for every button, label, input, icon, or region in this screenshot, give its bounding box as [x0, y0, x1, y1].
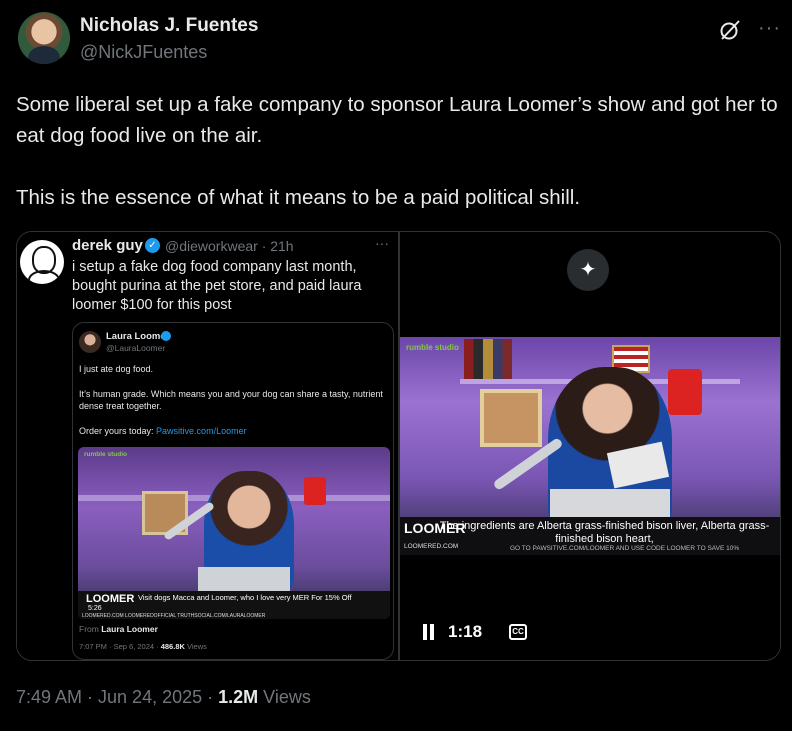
video-url: LOOMERED.COM: [404, 543, 459, 550]
picture-frame: [480, 389, 542, 447]
inner-footer: 7:07 PM · Sep 6, 2024 · 486.8K Views: [79, 642, 207, 651]
inner-paragraph: I just ate dog food.: [79, 364, 154, 374]
quoted-more-icon: ···: [375, 235, 389, 251]
megaphone: [668, 369, 702, 415]
inner-author-name: Laura Loomer: [106, 331, 170, 342]
inner-views-count: 486.8K: [160, 642, 185, 651]
quoted-screenshot-image[interactable]: derek guy ✓ @dieworkwear · 21h ··· i set…: [17, 232, 398, 660]
tweet-paragraph: This is the essence of what it means to …: [16, 186, 581, 209]
from-name: Laura Loomer: [101, 624, 158, 634]
inner-text: I just ate dog food. It’s human grade. W…: [79, 363, 387, 437]
verified-badge-icon: ✓: [145, 238, 160, 253]
inner-video-thumbnail: rumble studio LOOMER 5:26 Visit dogs Mac…: [78, 447, 390, 619]
video-ticker: GO TO PAWSITIVE.COM/LOOMER AND USE CODE …: [510, 545, 740, 552]
from-attribution: From Laura Loomer: [79, 624, 158, 634]
grok-icon[interactable]: [718, 18, 742, 42]
video-frame[interactable]: rumble studio LOOMER The ingredients are…: [400, 337, 780, 555]
quoted-author-name: derek guy: [72, 237, 143, 254]
closed-captions-icon[interactable]: CC: [509, 624, 527, 640]
tweet-text: Some liberal set up a fake company to sp…: [16, 89, 786, 213]
show-logo: LOOMER: [86, 593, 135, 605]
quoted-avatar: [20, 240, 64, 284]
inner-quoted-card: Laura Loomer @LauraLoomer I just ate dog…: [72, 322, 394, 660]
from-label: From: [79, 624, 102, 634]
quoted-text: i setup a fake dog food company last mon…: [72, 259, 362, 313]
tweet-paragraph: Some liberal set up a fake company to sp…: [16, 93, 778, 147]
more-options-icon[interactable]: ···: [758, 18, 781, 38]
inner-timestamp: 7:07 PM · Sep 6, 2024 ·: [79, 642, 161, 651]
timestamp[interactable]: 7:49 AM · Jun 24, 2025 ·: [16, 687, 218, 707]
views-count: 1.2M: [218, 687, 259, 707]
show-time: 5:26: [88, 605, 102, 612]
views-label: Views: [258, 687, 311, 707]
inner-paragraph: It’s human grade. Which means you and yo…: [79, 388, 383, 412]
inner-link: Pawsitive.com/Loomer: [156, 425, 247, 436]
laptop: [198, 567, 290, 591]
avatar[interactable]: [18, 12, 70, 64]
handle[interactable]: @NickJFuentes: [80, 42, 207, 63]
inner-views-label: Views: [184, 642, 207, 651]
inner-paragraph: Order yours today: Pawsitive.com/Loomer: [79, 425, 387, 438]
display-name[interactable]: Nicholas J. Fuentes: [80, 15, 258, 37]
inner-handle: @LauraLoomer: [106, 343, 166, 353]
inner-verified-badge-icon: [161, 331, 171, 341]
video-player[interactable]: ✦ rumble studio LOOMER The ingredients a…: [400, 232, 780, 660]
tweet-header: Nicholas J. Fuentes @NickJFuentes ···: [18, 12, 781, 68]
video-url-strip: LOOMERED.COM LOOMEREDOFFICIAL TRUTHSOCIA…: [82, 613, 266, 619]
megaphone: [304, 477, 326, 505]
video-time: 1:18: [448, 622, 483, 641]
laptop: [550, 489, 670, 519]
video-caption: The ingredients are Alberta grass-finish…: [439, 520, 770, 545]
video-caption: Visit dogs Macca and Loomer, who I love …: [138, 593, 352, 602]
pause-icon[interactable]: [422, 624, 436, 640]
quoted-meta: @dieworkwear · 21h: [165, 238, 294, 254]
tweet-footer: 7:49 AM · Jun 24, 2025 · 1.2M Views: [16, 687, 311, 708]
inner-order-label: Order yours today:: [79, 425, 157, 436]
media-container: derek guy ✓ @dieworkwear · 21h ··· i set…: [16, 231, 781, 661]
grok-sparkle-icon[interactable]: ✦: [567, 249, 609, 291]
rumble-logo: rumble studio: [84, 451, 127, 458]
rumble-logo: rumble studio: [406, 343, 459, 352]
bookshelf: [464, 339, 512, 379]
inner-avatar: [79, 331, 101, 353]
